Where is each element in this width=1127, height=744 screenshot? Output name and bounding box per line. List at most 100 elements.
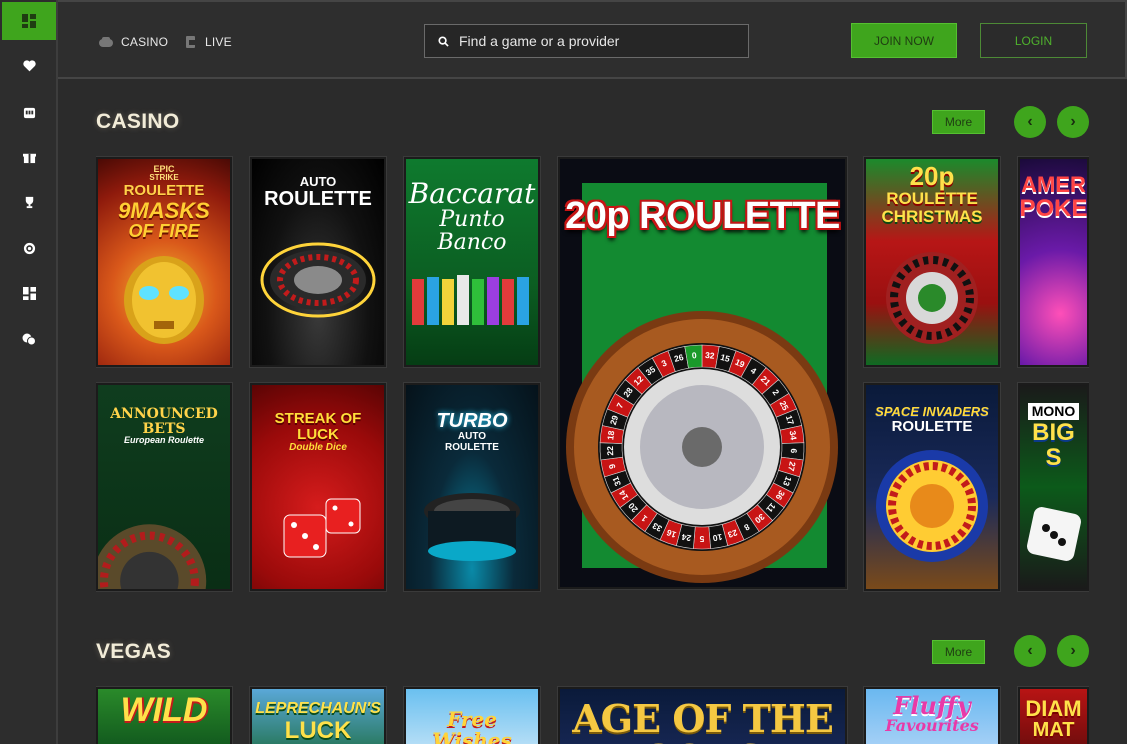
roulette-wheel-icon: 32 15 194212251734627133611308231052416331…: [566, 311, 838, 583]
dashboard-icon: [22, 14, 36, 28]
sidebar-home-button[interactable]: [2, 2, 56, 40]
sidebar-item-promotions[interactable]: [0, 142, 58, 172]
login-button[interactable]: LOGIN: [980, 23, 1087, 58]
game-tile[interactable]: AUTO ROULETTE: [250, 157, 386, 367]
game-tile[interactable]: Free Wishes: [404, 687, 540, 744]
vegas-more-button[interactable]: More: [932, 640, 985, 664]
game-title-line: 9MASKS: [118, 197, 210, 223]
game-title-line: TURBO: [436, 410, 508, 432]
top-header: CASINO LIVE JOIN NOW LOGIN: [58, 0, 1127, 79]
game-tile[interactable]: LEPRECHAUN'S LUCK: [250, 687, 386, 744]
wheel-number: 5: [699, 534, 704, 544]
roulette-wheel-icon: [98, 524, 207, 589]
game-title-line: 20p: [909, 161, 955, 191]
sidebar-item-slots[interactable]: [0, 97, 58, 127]
sidebar-item-chat[interactable]: [0, 324, 58, 354]
game-title-line: Baccarat: [408, 177, 536, 210]
game-tile[interactable]: EPIC STRIKE ROULETTE 9MASKS OF FIRE: [96, 157, 232, 367]
game-title-line: MONO: [1027, 403, 1080, 420]
golden-mask-icon: [124, 255, 204, 344]
game-title-line: AGE OF THE GODS: [572, 696, 834, 744]
game-tile[interactable]: AGE OF THE GODS: [558, 687, 847, 744]
casino-next-button[interactable]: ›: [1057, 106, 1089, 138]
game-title-line: MAT: [1032, 719, 1075, 742]
sidebar-item-roulette[interactable]: [0, 233, 58, 263]
trophy-icon: [25, 196, 33, 208]
target-icon: [23, 242, 35, 254]
join-now-button[interactable]: JOIN NOW: [851, 23, 957, 58]
game-title-line: Double Dice: [289, 441, 347, 453]
game-title-line: ANNOUNCED BETS: [110, 406, 218, 437]
vegas-games-row: WILD LEPRECHAUN'S LUCK Free Wishes AGE O…: [96, 685, 1089, 744]
casino-games-grid: EPIC STRIKE ROULETTE 9MASKS OF FIRE AUTO…: [96, 155, 1089, 595]
sidebar-item-tournaments[interactable]: [0, 187, 58, 217]
game-tile[interactable]: TURBO AUTO ROULETTE: [404, 383, 540, 591]
search-input[interactable]: [459, 33, 739, 49]
chevron-left-icon: ‹: [1027, 642, 1033, 659]
game-title-line: Fluffy: [893, 691, 971, 720]
game-tile[interactable]: Baccarat Punto Banco: [404, 157, 540, 367]
game-title-line: AMER: [1021, 172, 1086, 197]
game-tile[interactable]: WILD: [96, 687, 232, 744]
live-icon: [186, 36, 197, 48]
game-tile[interactable]: AMER POKE: [1018, 157, 1089, 367]
game-title-line: Free Wishes: [432, 707, 512, 744]
game-tile[interactable]: MONO BIG S: [1018, 383, 1089, 591]
vegas-prev-button[interactable]: ‹: [1014, 635, 1046, 667]
nav-casino-label: CASINO: [121, 35, 169, 49]
game-tile[interactable]: 20p ROULETTE CHRISTMAS: [864, 157, 1000, 367]
game-title-line: Favourites: [885, 716, 979, 736]
dice-icon: [283, 498, 361, 558]
game-title-line: AUTO: [457, 431, 487, 442]
nav-casino[interactable]: CASINO: [99, 35, 168, 49]
roulette-wheel-icon: [260, 242, 376, 318]
wheel-number: 32: [705, 350, 716, 361]
gift-icon: [22, 153, 36, 163]
game-title-line: POKE: [1019, 195, 1088, 223]
casino-prev-button[interactable]: ‹: [1014, 106, 1046, 138]
search-icon: [438, 35, 449, 47]
roulette-wheel-icon: [876, 450, 988, 563]
game-tile[interactable]: ANNOUNCED BETS European Roulette: [96, 383, 232, 591]
game-title-line: Punto Banco: [437, 207, 507, 256]
slot-machine-icon: [23, 107, 35, 118]
vegas-section-title: VEGAS: [96, 640, 172, 663]
game-title-line: European Roulette: [123, 435, 204, 446]
game-title-line: STREAK OF LUCK: [274, 410, 362, 443]
wheel-number: 10: [712, 532, 723, 544]
chat-icon: [22, 333, 36, 345]
wheel-spindle: [682, 427, 722, 467]
nav-live[interactable]: LIVE: [186, 35, 232, 49]
game-title-line: DIAM: [1025, 696, 1082, 721]
roulette-wheel-icon: [424, 493, 520, 561]
wheel-number: 34: [788, 430, 799, 441]
casino-more-button[interactable]: More: [932, 110, 985, 134]
featured-game-tile[interactable]: 20p ROULETTE 32 15 19 4 21 2 25 17 34 6 27 13 36 11 30…: [558, 157, 847, 589]
chevron-right-icon: ›: [1070, 113, 1076, 130]
game-title-line: ROULETTE: [123, 181, 205, 199]
game-tile[interactable]: STREAK OF LUCK Double Dice: [250, 383, 386, 591]
game-tile[interactable]: Fluffy Favourites: [864, 687, 1000, 744]
grid-icon: [22, 286, 36, 300]
game-title-line: CHRISTMAS: [881, 207, 983, 227]
game-title-line: BIG S: [1032, 418, 1075, 471]
game-title-line: ROULETTE: [445, 441, 499, 453]
vegas-next-button[interactable]: ›: [1057, 635, 1089, 667]
wheel-number: 22: [605, 446, 615, 456]
game-title-line: AUTO: [299, 174, 337, 189]
game-title-line: SPACE INVADERS: [875, 404, 989, 419]
wheel-number: 24: [681, 532, 692, 544]
game-tile[interactable]: SPACE INVADERS ROULETTE: [864, 383, 1000, 591]
game-tile[interactable]: DIAM MAT: [1018, 687, 1089, 744]
wheel-number: 6: [789, 448, 799, 453]
sidebar-item-favorites[interactable]: [0, 51, 58, 81]
game-title-line: ROULETTE: [886, 189, 978, 209]
search-box[interactable]: [424, 24, 749, 58]
chevron-left-icon: ‹: [1027, 113, 1033, 130]
sidebar-item-categories[interactable]: [0, 278, 58, 308]
chip-stacks-icon: [412, 274, 529, 325]
game-title-line: 20p ROULETTE: [565, 195, 840, 237]
wheel-number: 18: [605, 430, 616, 441]
casino-section-title: CASINO: [96, 110, 180, 133]
sidebar: [0, 0, 58, 744]
